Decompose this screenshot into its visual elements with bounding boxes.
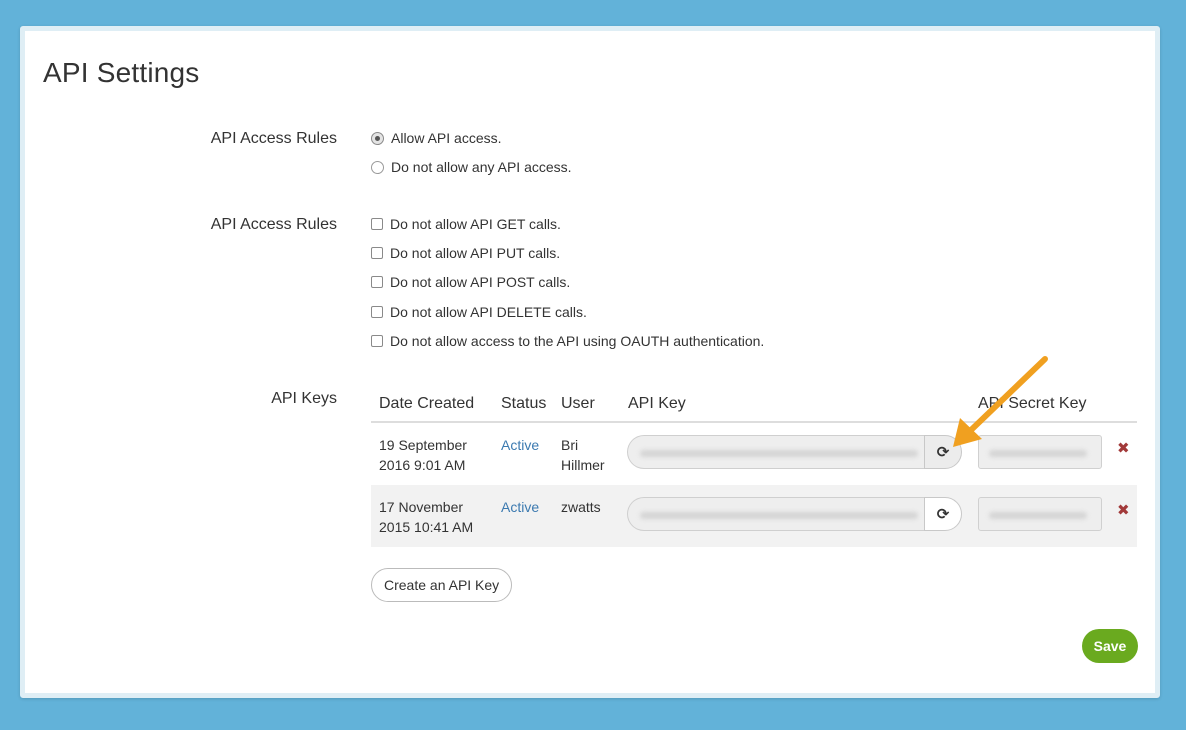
checkbox-deny-oauth-control[interactable] bbox=[371, 335, 383, 347]
regenerate-key-button[interactable]: ⟳ bbox=[924, 435, 962, 469]
radio-deny-api-label: Do not allow any API access. bbox=[391, 159, 572, 175]
status-link[interactable]: Active bbox=[501, 435, 539, 455]
time-line: 2015 10:41 AM bbox=[379, 519, 474, 535]
page-title: API Settings bbox=[43, 57, 200, 88]
column-status: Status bbox=[501, 395, 547, 412]
refresh-icon: ⟳ bbox=[936, 444, 950, 461]
refresh-icon: ⟳ bbox=[936, 506, 950, 523]
method-rules-label: API Access Rules bbox=[210, 216, 337, 233]
regenerate-key-button[interactable]: ⟳ bbox=[924, 497, 962, 531]
column-user: User bbox=[561, 395, 595, 412]
api-secret-key-field[interactable] bbox=[978, 435, 1102, 469]
checkbox-deny-delete[interactable]: Do not allow API DELETE calls. bbox=[371, 304, 587, 320]
radio-deny-api-control[interactable] bbox=[371, 160, 384, 174]
radio-allow-api-control[interactable] bbox=[371, 131, 384, 145]
api-key-group: ⟳ bbox=[627, 497, 962, 531]
date-created-cell: 17 November 2015 10:41 AM bbox=[379, 497, 473, 537]
api-keys-label: API Keys bbox=[271, 390, 337, 407]
delete-icon[interactable]: ✖ bbox=[1117, 439, 1130, 457]
table-header: Date Created Status User API Key API Sec… bbox=[371, 381, 1137, 423]
column-date-created: Date Created bbox=[379, 395, 475, 412]
user-line: zwatts bbox=[561, 499, 601, 515]
table-row: 17 November 2015 10:41 AM Active zwatts … bbox=[371, 485, 1137, 547]
checkbox-deny-get-control[interactable] bbox=[371, 218, 383, 230]
create-api-key-button[interactable]: Create an API Key bbox=[371, 568, 513, 602]
checkbox-deny-get[interactable]: Do not allow API GET calls. bbox=[371, 216, 561, 232]
date-line: 17 November bbox=[379, 499, 464, 515]
checkbox-deny-get-label: Do not allow API GET calls. bbox=[390, 216, 561, 232]
checkbox-deny-post-control[interactable] bbox=[371, 276, 383, 288]
api-key-field[interactable] bbox=[627, 435, 924, 469]
annotation-arrow-icon bbox=[953, 356, 1048, 447]
column-api-key: API Key bbox=[628, 395, 686, 412]
user-cell: zwatts bbox=[561, 497, 601, 517]
checkbox-deny-oauth-label: Do not allow access to the API using OAU… bbox=[390, 333, 765, 349]
user-line: Bri bbox=[561, 437, 579, 453]
radio-deny-api[interactable]: Do not allow any API access. bbox=[371, 159, 572, 175]
checkbox-deny-put-label: Do not allow API PUT calls. bbox=[390, 245, 561, 261]
table-row: 19 September 2016 9:01 AM Active Bri Hil… bbox=[371, 423, 1137, 485]
api-keys-table: Date Created Status User API Key API Sec… bbox=[371, 381, 1137, 547]
api-key-group: ⟳ bbox=[627, 435, 962, 469]
user-line: Hillmer bbox=[561, 457, 605, 473]
checkbox-deny-post-label: Do not allow API POST calls. bbox=[390, 274, 571, 290]
checkbox-deny-oauth[interactable]: Do not allow access to the API using OAU… bbox=[371, 333, 764, 349]
radio-allow-api-label: Allow API access. bbox=[391, 130, 502, 146]
api-secret-key-field[interactable] bbox=[978, 497, 1102, 531]
status-link[interactable]: Active bbox=[501, 497, 539, 517]
checkbox-deny-put[interactable]: Do not allow API PUT calls. bbox=[371, 245, 560, 261]
api-key-field[interactable] bbox=[627, 497, 924, 531]
save-button[interactable]: Save bbox=[1082, 629, 1138, 663]
delete-icon[interactable]: ✖ bbox=[1117, 501, 1130, 519]
checkbox-deny-post[interactable]: Do not allow API POST calls. bbox=[371, 274, 570, 290]
checkbox-deny-delete-control[interactable] bbox=[371, 306, 383, 318]
column-api-secret-key: API Secret Key bbox=[978, 395, 1087, 412]
time-line: 2016 9:01 AM bbox=[379, 457, 466, 473]
date-created-cell: 19 September 2016 9:01 AM bbox=[379, 435, 467, 475]
checkbox-deny-delete-label: Do not allow API DELETE calls. bbox=[390, 304, 587, 320]
access-rules-label: API Access Rules bbox=[210, 130, 337, 147]
settings-panel: API Settings API Access Rules Allow API … bbox=[20, 26, 1160, 698]
checkbox-deny-put-control[interactable] bbox=[371, 247, 383, 259]
date-line: 19 September bbox=[379, 437, 467, 453]
radio-allow-api[interactable]: Allow API access. bbox=[371, 130, 502, 146]
user-cell: Bri Hillmer bbox=[561, 435, 605, 475]
